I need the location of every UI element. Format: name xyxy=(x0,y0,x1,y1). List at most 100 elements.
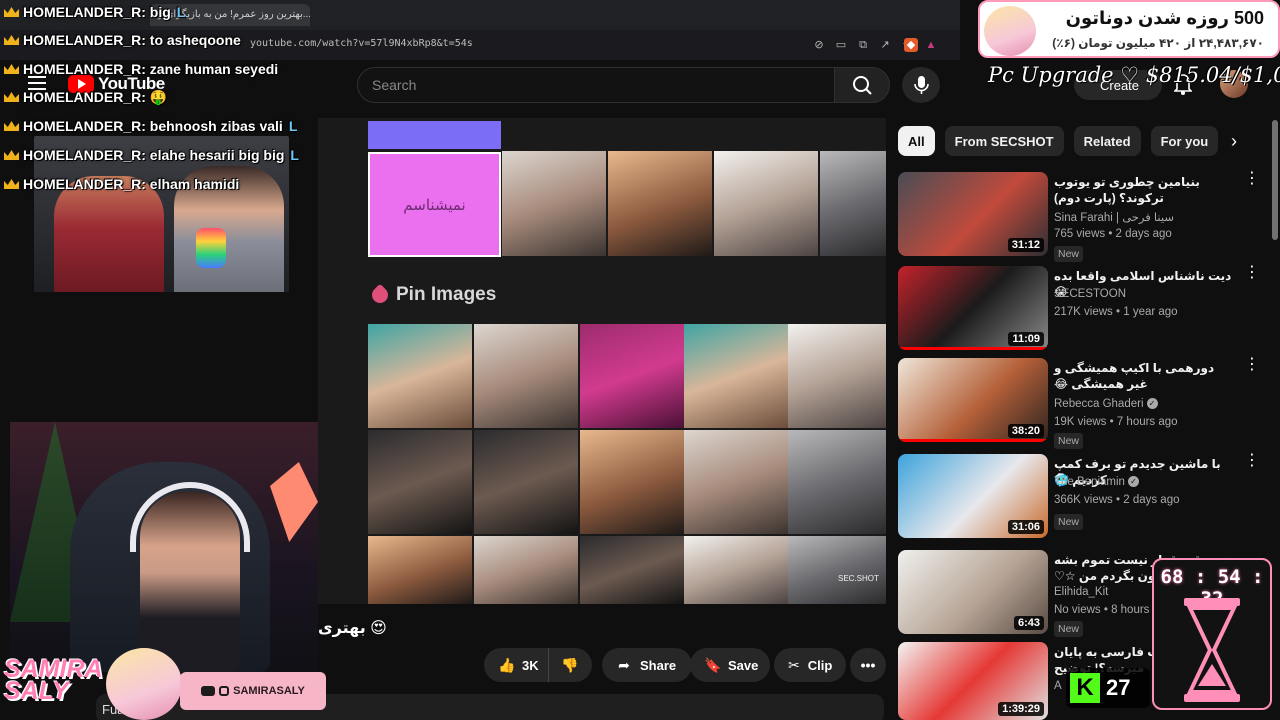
chip-from-channel[interactable]: From SECSHOT xyxy=(944,126,1064,156)
video-thumbnail[interactable]: 1:39:29 xyxy=(898,642,1048,720)
video-thumbnail[interactable]: 31:12 xyxy=(898,172,1048,256)
section-title: Pin Images xyxy=(396,284,497,305)
more-vertical-icon[interactable]: ⋮ xyxy=(1244,171,1260,187)
thumbnail-image xyxy=(714,151,818,256)
more-vertical-icon[interactable]: ⋮ xyxy=(1244,357,1260,373)
chat-username: HOMELANDER_R xyxy=(23,89,142,105)
kick-viewer-count: K 27 xyxy=(1066,668,1150,708)
chat-username: HOMELANDER_R xyxy=(23,32,142,48)
crown-icon xyxy=(4,92,19,102)
more-actions-button[interactable]: ••• xyxy=(850,648,886,682)
channel-name[interactable]: SECESTOON xyxy=(1054,288,1126,300)
duration-badge: 1:39:29 xyxy=(998,702,1044,716)
recommendation-item[interactable]: 31:12 بنیامین چطوری تو یوتوب ترکوند؟ (پا… xyxy=(898,171,1268,262)
new-badge: New xyxy=(1054,433,1084,449)
recommendation-item[interactable]: 38:20 دورهمی با اکیپ همیشگی و غیر همیشگی… xyxy=(898,357,1268,449)
scissors-icon: ✂ xyxy=(788,657,800,673)
video-title: بهتری 😍 xyxy=(318,620,387,637)
share-button[interactable]: ➦ Share xyxy=(602,648,692,682)
recommendation-item[interactable]: 11:09 دیت ناشناس اسلامی واقعا بده 😭 SECE… xyxy=(898,265,1268,354)
video-thumbnail[interactable]: 31:06 xyxy=(898,454,1048,538)
streamer-webcam xyxy=(10,422,318,672)
chip-all[interactable]: All xyxy=(898,126,935,156)
video-watermark: SEC.SHOT xyxy=(838,574,879,583)
watch-progress-bar xyxy=(898,347,1048,350)
verified-icon: ✓ xyxy=(1127,476,1139,488)
search-icon xyxy=(853,76,872,95)
page-scrollbar[interactable] xyxy=(1272,120,1278,240)
channel-name[interactable]: Sina Farahi | سینا فرحی xyxy=(1054,210,1174,224)
pin-image xyxy=(580,430,684,534)
recommendation-item[interactable]: 31:06 با ماشین جدیدم تو برف کمپ کردیم 🥶 … xyxy=(898,453,1268,542)
like-count: 3K xyxy=(522,657,539,673)
thumbnail-image xyxy=(820,151,886,256)
duration-badge: 38:20 xyxy=(1007,424,1044,438)
chat-text: 🤑 xyxy=(149,89,168,105)
crown-icon xyxy=(4,121,19,131)
dislike-button[interactable]: 👎 xyxy=(548,648,592,682)
screenshot-icon[interactable]: ⧉ xyxy=(856,38,870,52)
pin-image xyxy=(474,536,578,604)
save-label: Save xyxy=(728,657,759,673)
video-thumbnail[interactable]: 38:20 xyxy=(898,358,1048,442)
guest-person xyxy=(54,176,164,292)
pin-image xyxy=(474,430,578,534)
picture-in-picture-icon[interactable]: ▭ xyxy=(834,38,848,52)
search-input[interactable]: Search xyxy=(357,67,835,103)
unknown-tile-text: نمیشناسم xyxy=(403,196,466,214)
pc-upgrade-goal: Pc Upgrade ♡ $815.04/$1,000 xyxy=(988,63,1280,87)
chip-for-you[interactable]: For you xyxy=(1150,126,1219,156)
instagram-icon xyxy=(219,686,230,696)
rewards-icon[interactable]: ▲ xyxy=(924,38,938,52)
save-button[interactable]: 🔖 Save xyxy=(690,648,770,682)
unknown-tile: نمیشناسم xyxy=(368,152,501,257)
share-icon: ➦ xyxy=(618,657,630,673)
save-icon: 🔖 xyxy=(704,657,722,673)
chevron-right-icon[interactable]: › xyxy=(1222,130,1246,154)
pin-image xyxy=(474,324,578,428)
crown-icon xyxy=(4,7,19,17)
crown-icon xyxy=(4,150,19,160)
more-vertical-icon[interactable]: ⋮ xyxy=(1244,453,1260,469)
section-heading: Pin Images xyxy=(368,283,497,307)
brave-shield-icon[interactable]: ◆ xyxy=(904,38,918,52)
eye-off-icon[interactable]: ⊘ xyxy=(812,38,826,52)
pin-icon xyxy=(368,283,392,307)
duration-badge: 11:09 xyxy=(1008,332,1044,346)
channel-name[interactable]: Rebecca Ghaderi ✓ xyxy=(1054,398,1158,410)
more-vertical-icon[interactable]: ⋮ xyxy=(1244,265,1260,281)
recommendation-title[interactable]: بنیامین چطوری تو یوتوب ترکوند؟ (پارت دوم… xyxy=(1054,174,1238,206)
search-button[interactable] xyxy=(834,67,890,103)
chat-message: HOMELANDER_R: big L xyxy=(4,4,185,20)
chat-username: HOMELANDER_R xyxy=(23,176,142,192)
clip-button[interactable]: ✂ Clip xyxy=(774,648,846,682)
share-browser-icon[interactable]: ↗ xyxy=(878,38,892,52)
chat-text: elahe hesarii big big xyxy=(149,147,285,163)
pin-image xyxy=(788,324,886,428)
view-meta: 366K views • 2 days ago xyxy=(1054,494,1180,506)
view-meta: 217K views • 1 year ago xyxy=(1054,306,1178,318)
pin-image xyxy=(368,430,472,534)
recommendation-title[interactable]: دورهمی با اکیپ همیشگی و غیر همیشگی 😂 xyxy=(1054,360,1238,392)
chat-username: HOMELANDER_R xyxy=(23,147,142,163)
chat-message: HOMELANDER_R: elahe hesarii big big L xyxy=(4,147,299,163)
channel-name[interactable]: The Beniamin ✓ xyxy=(1054,476,1139,488)
color-swatch xyxy=(368,121,501,149)
video-thumbnail[interactable]: 6:43 xyxy=(898,550,1048,634)
chat-message: HOMELANDER_R: 🤑 xyxy=(4,89,167,106)
social-handle-banner: SAMIRASALY xyxy=(180,672,326,710)
pin-image xyxy=(788,536,886,604)
donation-goal-progress: ۲۴,۴۸۳,۶۷۰ از ۴۲۰ میلیون تومان (۶٪) xyxy=(1052,36,1264,50)
chip-related[interactable]: Related xyxy=(1073,126,1141,156)
mascot-avatar xyxy=(984,6,1036,56)
new-badge: New xyxy=(1054,514,1084,530)
filter-chips: All From SECSHOT Related For you xyxy=(898,126,1219,158)
channel-name[interactable]: Elihida_Kit xyxy=(1054,586,1108,598)
url-field[interactable]: youtube.com/watch?v=57l9N4xbRp8&t=54s xyxy=(250,38,473,49)
chat-username: HOMELANDER_R xyxy=(23,61,142,77)
voice-search-button[interactable] xyxy=(902,67,940,103)
menu-icon[interactable] xyxy=(28,76,46,90)
video-thumbnail[interactable]: 11:09 xyxy=(898,266,1048,350)
pin-image xyxy=(788,430,886,534)
channel-name[interactable]: A xyxy=(1054,680,1062,692)
